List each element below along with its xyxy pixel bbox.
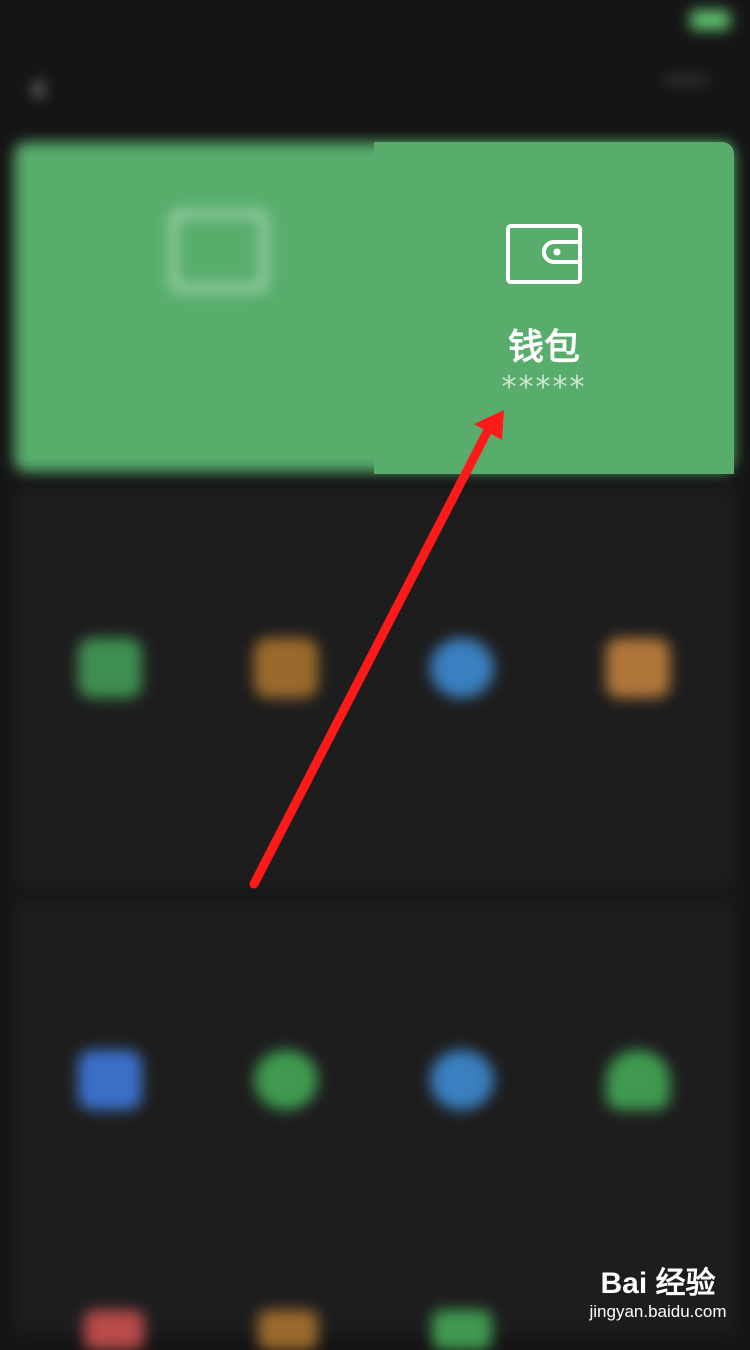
baidu-watermark: Bai 经验 jingyan.baidu.com (578, 1258, 738, 1322)
annotation-arrow (249, 410, 504, 889)
watermark-url: jingyan.baidu.com (589, 1302, 727, 1321)
watermark-logo: Bai 经验 (600, 1267, 716, 1300)
